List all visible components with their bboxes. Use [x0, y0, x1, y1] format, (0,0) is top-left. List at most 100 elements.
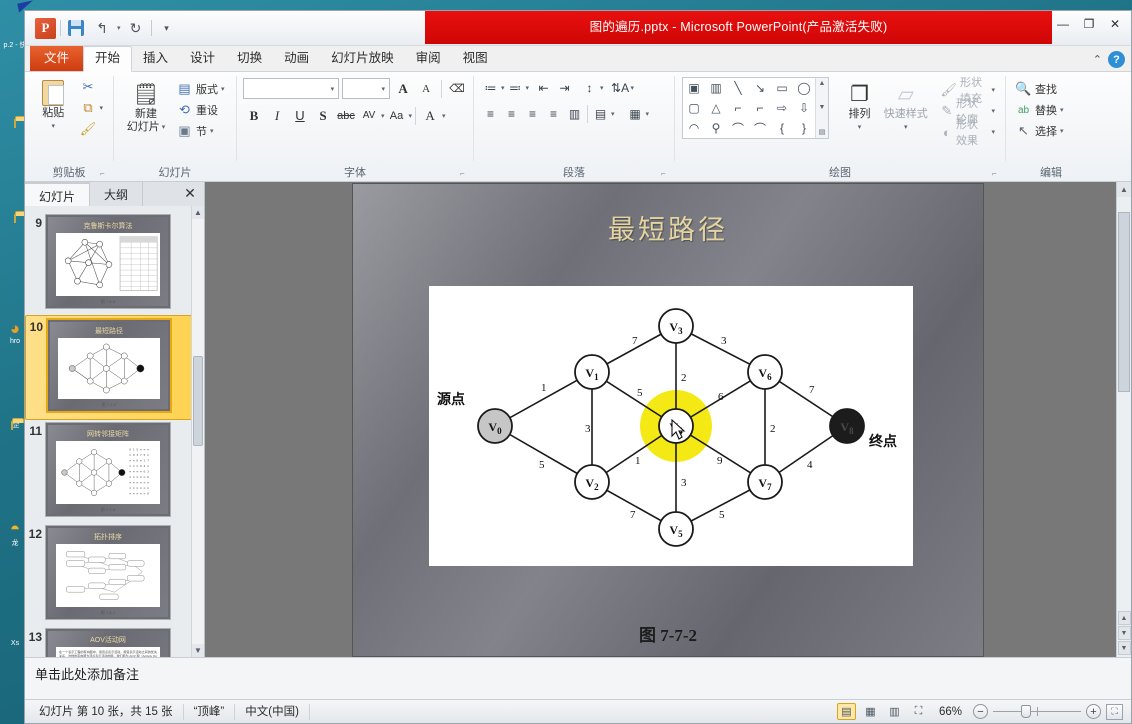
close-nav-pane-icon[interactable]: ✕: [180, 184, 200, 203]
tab-outline[interactable]: 大纲: [90, 182, 144, 206]
tab-slideshow[interactable]: 幻灯片放映: [320, 47, 405, 71]
slide-thumbnail-list[interactable]: 9 克鲁斯卡尔算法 图 7-6-9 10 最短路径 图 7-7-2 11 网转邻…: [25, 206, 204, 657]
section-dropdown-icon[interactable]: ▾: [210, 127, 214, 135]
shape-right-arrow-icon[interactable]: ⇨: [771, 98, 793, 118]
new-slide-dropdown-icon[interactable]: ▾: [162, 121, 166, 134]
font-dialog-launcher-icon[interactable]: ⌐: [460, 169, 470, 179]
scroll-up-icon[interactable]: ▲: [192, 206, 204, 219]
layout-button[interactable]: ▤ 版式 ▾: [173, 79, 228, 99]
shape-arc-icon[interactable]: ⌒: [727, 118, 749, 138]
strikethrough-button[interactable]: abc: [335, 105, 357, 126]
undo-dropdown-icon[interactable]: ▾: [117, 24, 121, 32]
change-case-button[interactable]: Aa: [386, 105, 408, 126]
restore-button[interactable]: ❐: [1077, 14, 1101, 34]
zoom-slider-handle[interactable]: [1021, 705, 1031, 718]
shape-effects-dropdown-icon[interactable]: ▾: [991, 128, 995, 136]
text-shadow-button[interactable]: S: [312, 105, 334, 126]
slide-thumbnail[interactable]: 最短路径 图 7-7-2: [46, 318, 172, 413]
font-size-dropdown-icon[interactable]: ▾: [381, 85, 385, 93]
list-item[interactable]: 12 拓扑排序 图 7-8-1: [25, 523, 204, 626]
shapes-gallery[interactable]: ▣ ▥ ╲ ↘ ▭ ◯ ▢ △ ⌐ ⌐ ⇨ ⇩ ◠ ⚲ ⌒ ⌒ {} ▲ ▼ …: [682, 77, 829, 139]
zoom-out-button[interactable]: −: [973, 704, 988, 719]
decrease-indent-button[interactable]: ⇤: [533, 78, 554, 98]
tab-home[interactable]: 开始: [83, 46, 133, 72]
shape-fill-dropdown-icon[interactable]: ▾: [991, 86, 995, 94]
font-color-dropdown-icon[interactable]: ▾: [442, 112, 446, 120]
format-painter-button[interactable]: 🖌: [76, 119, 106, 139]
scroll-down-icon[interactable]: ▼: [1117, 641, 1131, 655]
font-name-dropdown-icon[interactable]: ▾: [331, 85, 335, 93]
notes-pane[interactable]: 单击此处添加备注: [25, 657, 1131, 699]
tab-insert[interactable]: 插入: [132, 47, 179, 71]
next-slide-button[interactable]: ▼: [1117, 626, 1131, 640]
tab-file[interactable]: 文件: [30, 46, 84, 71]
numbering-button[interactable]: ≕: [505, 78, 526, 98]
character-spacing-button[interactable]: AV: [358, 105, 380, 126]
previous-slide-button[interactable]: ▲: [1117, 611, 1131, 625]
scroll-up-icon[interactable]: ▲: [819, 80, 826, 87]
shape-oval-icon[interactable]: ◯: [793, 78, 815, 98]
shape-cloud-icon[interactable]: ◠: [683, 118, 705, 138]
current-slide[interactable]: 最短路径 1 5 3 7 5 1 7 2 3 3 6 9 5 2 7 4 V0 …: [353, 183, 983, 656]
tab-animations[interactable]: 动画: [273, 47, 320, 71]
list-item[interactable]: 13 AOV活动网 在一个表示工程的有向图中，用顶点表示活动，用弧表示活动之间的…: [25, 626, 204, 657]
scroll-up-icon[interactable]: ▲: [1117, 182, 1131, 197]
more-shapes-icon[interactable]: ▤: [819, 128, 826, 136]
quick-styles-button[interactable]: ▱ 快速样式 ▾: [882, 77, 929, 134]
line-spacing-dropdown-icon[interactable]: ▾: [600, 84, 604, 92]
list-item-selected[interactable]: 10 最短路径 图 7-7-2: [25, 315, 204, 420]
numbering-dropdown-icon[interactable]: ▾: [526, 84, 530, 92]
save-icon[interactable]: [65, 17, 87, 39]
zoom-slider[interactable]: [993, 704, 1081, 719]
clear-formatting-button[interactable]: ⌫: [447, 78, 467, 99]
scrollbar-thumb[interactable]: [193, 356, 203, 446]
shape-line-icon[interactable]: ╲: [727, 78, 749, 98]
shape-right-brace-icon[interactable]: }: [793, 118, 815, 138]
language-indicator[interactable]: 中文(中国): [235, 703, 310, 720]
tab-design[interactable]: 设计: [179, 47, 226, 71]
columns-dropdown-icon[interactable]: ▾: [611, 110, 615, 118]
replace-dropdown-icon[interactable]: ▾: [1060, 106, 1064, 114]
customize-qat-icon[interactable]: ▾: [156, 17, 178, 39]
scrollbar-thumb[interactable]: [1118, 212, 1130, 392]
cut-button[interactable]: ✂: [76, 77, 106, 97]
scroll-down-icon[interactable]: ▼: [819, 104, 826, 111]
slide-editing-area[interactable]: 最短路径 1 5 3 7 5 1 7 2 3 3 6 9 5 2 7 4 V0 …: [205, 182, 1131, 657]
increase-indent-button[interactable]: ⇥: [554, 78, 575, 98]
shape-vertical-textbox-icon[interactable]: ▥: [705, 78, 727, 98]
layout-dropdown-icon[interactable]: ▾: [221, 85, 225, 93]
text-direction-dropdown-icon[interactable]: ▾: [631, 84, 635, 92]
close-button[interactable]: ✕: [1103, 14, 1127, 34]
line-spacing-button[interactable]: ↕: [579, 78, 600, 98]
shape-elbow-arrow-icon[interactable]: ⌐: [749, 98, 771, 118]
list-item[interactable]: 9 克鲁斯卡尔算法 图 7-6-9: [25, 212, 204, 315]
arrange-button[interactable]: ❐ 排列 ▾: [839, 77, 880, 134]
help-icon[interactable]: ?: [1108, 51, 1125, 68]
bold-button[interactable]: B: [243, 105, 265, 126]
character-spacing-dropdown-icon[interactable]: ▾: [381, 112, 385, 120]
tab-view[interactable]: 视图: [452, 47, 499, 71]
replace-button[interactable]: ab 替换 ▾: [1012, 100, 1090, 120]
redo-icon[interactable]: ↻: [125, 17, 147, 39]
slide-area-scrollbar[interactable]: ▲ ▲ ▼ ▼: [1116, 182, 1131, 657]
collapse-ribbon-icon[interactable]: ⌃: [1093, 53, 1102, 66]
reset-button[interactable]: ⟲ 重设: [173, 100, 228, 120]
zoom-percentage[interactable]: 66%: [933, 706, 968, 718]
slide-graph-image[interactable]: 1 5 3 7 5 1 7 2 3 3 6 9 5 2 7 4 V0 V1 V2…: [429, 285, 913, 566]
shape-freeform-icon[interactable]: ⚲: [705, 118, 727, 138]
arrange-dropdown-icon[interactable]: ▾: [858, 121, 862, 134]
slide-thumbnail[interactable]: AOV活动网 在一个表示工程的有向图中，用顶点表示活动，用弧表示活动之间的优先关…: [45, 628, 171, 657]
powerpoint-logo-icon[interactable]: P: [35, 17, 56, 39]
decrease-font-size-button[interactable]: A: [416, 78, 436, 99]
change-case-dropdown-icon[interactable]: ▾: [409, 112, 413, 120]
section-button[interactable]: ▣ 节 ▾: [173, 121, 228, 141]
nav-pane-scrollbar[interactable]: ▲ ▼: [191, 206, 204, 657]
notes-placeholder[interactable]: 单击此处添加备注: [35, 664, 1121, 683]
shape-curve-icon[interactable]: ⌒: [749, 118, 771, 138]
shape-effects-button[interactable]: ◐ 形状效果 ▾: [938, 119, 998, 147]
new-slide-button[interactable]: 🗒 新建 幻灯片 ▾: [121, 77, 171, 141]
fit-slide-to-window-button[interactable]: ⛶: [1106, 703, 1123, 720]
clipboard-dialog-launcher-icon[interactable]: ⌐: [100, 169, 110, 179]
shape-down-arrow-icon[interactable]: ⇩: [793, 98, 815, 118]
slide-thumbnail[interactable]: 拓扑排序 图 7-8-1: [45, 525, 171, 620]
